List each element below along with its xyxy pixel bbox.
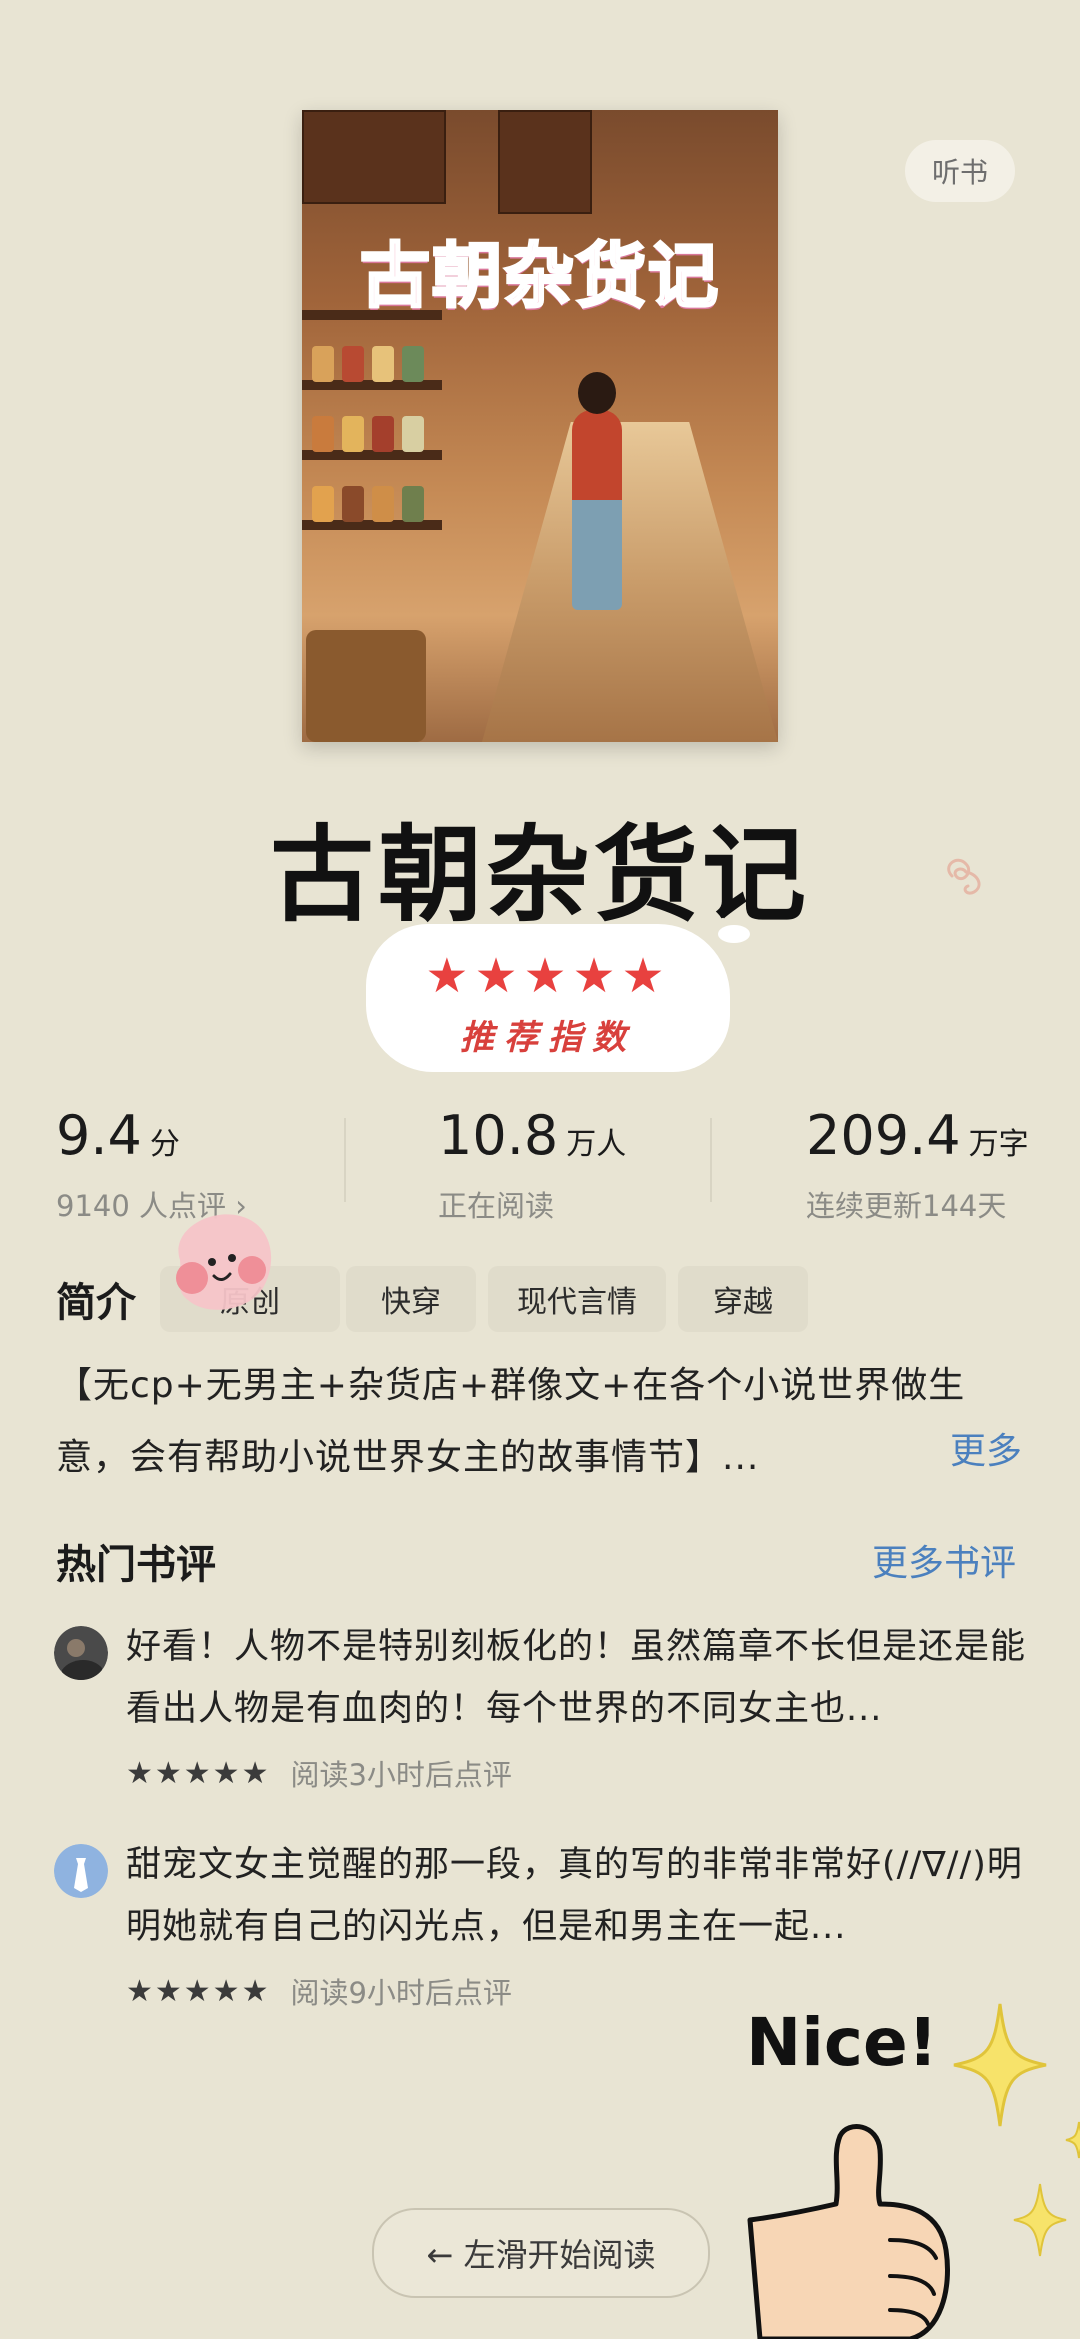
- readers-sub: 正在阅读: [438, 1189, 555, 1223]
- book-title: 古朝杂货记: [269, 814, 810, 936]
- listen-button[interactable]: 听书: [905, 140, 1015, 202]
- review-stars: ★★★★★: [126, 1973, 271, 2009]
- cover-jar: [402, 346, 424, 382]
- cover-jar: [372, 346, 394, 382]
- cover-basket: [306, 630, 426, 742]
- score-value: 9.4: [56, 1104, 142, 1167]
- stat-divider: [710, 1118, 712, 1202]
- cover-jar: [402, 486, 424, 522]
- avatar-icon: [54, 1844, 108, 1898]
- review-stars: ★★★★★: [126, 1755, 271, 1791]
- start-reading-button[interactable]: ← 左滑开始阅读: [372, 2208, 710, 2298]
- review-time: 阅读3小时后点评: [290, 1758, 512, 1792]
- cover-sign: [498, 110, 592, 214]
- stat-readers: 10.8 万人 正在阅读: [438, 1104, 626, 1225]
- review-text[interactable]: 甜宠文女主觉醒的那一段，真的写的非常非常好(//∇//)明明她就有自己的闪光点，…: [126, 1834, 1026, 1958]
- cover-girl: [572, 410, 622, 610]
- blush-face-sticker: [176, 1214, 272, 1310]
- intro-more-link[interactable]: 更多: [950, 1422, 1022, 1474]
- nice-sticker-text: Nice!: [746, 2004, 938, 2081]
- intro-label: 简介: [56, 1280, 136, 1326]
- cover-jar: [372, 416, 394, 452]
- reviewer-avatar[interactable]: [54, 1844, 108, 1902]
- intro-text[interactable]: 【无cp+无男主+杂货店+群像文+在各个小说世界做生意，会有帮助小说世界女主的故…: [56, 1350, 1026, 1494]
- cover-jar: [312, 416, 334, 452]
- cover-street: [482, 422, 778, 742]
- sparkle-icon: [1065, 2121, 1080, 2159]
- stat-words: 209.4 万字 连续更新144天: [806, 1104, 1029, 1225]
- tag-chip[interactable]: 快穿: [346, 1266, 476, 1332]
- thumbs-up-icon: [747, 2124, 950, 2339]
- readers-value: 10.8: [438, 1104, 559, 1167]
- badge-drop-decoration: [718, 925, 750, 943]
- cover-girl-head: [578, 372, 616, 414]
- words-unit: 万字: [968, 1127, 1029, 1162]
- book-cover[interactable]: 古朝杂货记: [302, 110, 778, 742]
- avatar-icon: [54, 1626, 108, 1680]
- cover-jar: [312, 346, 334, 382]
- cover-jar: [402, 416, 424, 452]
- recommend-stars: ★★★★★: [425, 948, 671, 1004]
- sparkle-icon: [1013, 2183, 1067, 2257]
- recommend-badge: ★★★★★ 推荐指数: [368, 926, 728, 1070]
- recommend-label: 推荐指数: [460, 1018, 636, 1058]
- review-meta: ★★★★★ 阅读3小时后点评: [126, 1752, 512, 1794]
- reviewer-avatar[interactable]: [54, 1626, 108, 1684]
- review-time: 阅读9小时后点评: [290, 1976, 512, 2010]
- cover-jar: [372, 486, 394, 522]
- cover-jar: [342, 346, 364, 382]
- reviews-title: 热门书评: [56, 1542, 216, 1588]
- cover-title-art: 古朝杂货记: [359, 234, 720, 319]
- cover-sign: [302, 110, 446, 204]
- swirl-decoration-icon: [947, 858, 981, 895]
- cover-jar: [342, 416, 364, 452]
- cover-jar: [342, 486, 364, 522]
- review-text[interactable]: 好看！人物不是特别刻板化的！虽然篇章不长但是还是能看出人物是有血肉的！每个世界的…: [126, 1616, 1026, 1740]
- tag-chip[interactable]: 穿越: [678, 1266, 808, 1332]
- stat-divider: [344, 1118, 346, 1202]
- cover-jar: [312, 486, 334, 522]
- readers-unit: 万人: [566, 1127, 627, 1162]
- review-meta: ★★★★★ 阅读9小时后点评: [126, 1970, 512, 2012]
- words-sub: 连续更新144天: [806, 1189, 1007, 1223]
- more-reviews-link[interactable]: 更多书评: [872, 1534, 1016, 1586]
- score-unit: 分: [149, 1127, 180, 1162]
- words-value: 209.4: [806, 1104, 961, 1167]
- tag-chip[interactable]: 现代言情: [488, 1266, 666, 1332]
